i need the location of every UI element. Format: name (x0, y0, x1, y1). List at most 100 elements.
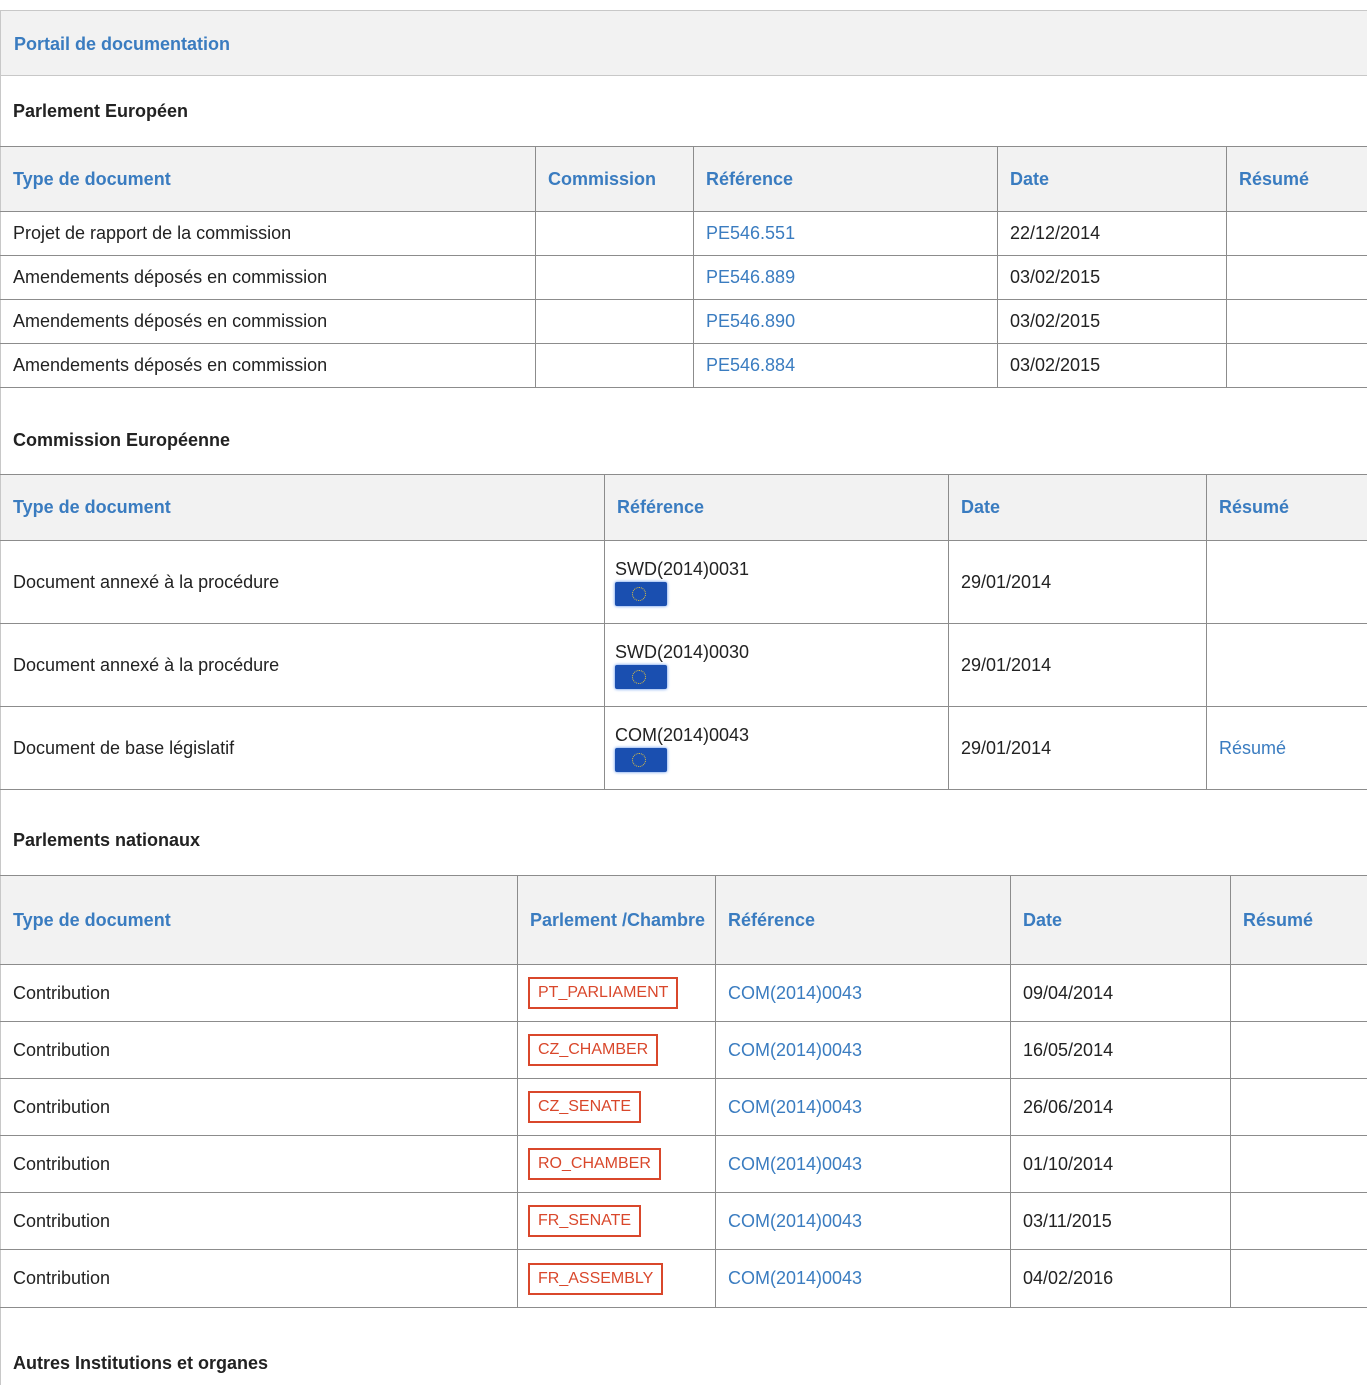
reference-link[interactable]: COM(2014)0043 (728, 1154, 862, 1174)
table-row: Contribution PT_PARLIAMENT COM(2014)0043… (0, 964, 1367, 1022)
chamber-tag[interactable]: PT_PARLIAMENT (528, 977, 679, 1009)
chamber-tag[interactable]: RO_CHAMBER (528, 1148, 661, 1180)
summary (1230, 964, 1367, 1022)
summary (1230, 1192, 1367, 1250)
table-row: Document annexé à la procédure SWD(2014)… (0, 623, 1367, 707)
reference-link[interactable]: PE546.551 (706, 223, 795, 243)
table-row: Contribution RO_CHAMBER COM(2014)0043 01… (0, 1135, 1367, 1193)
reference-link[interactable]: COM(2014)0043 (728, 983, 862, 1003)
col-header-reference[interactable]: Référence (715, 875, 1011, 965)
doc-type: Projet de rapport de la commission (0, 211, 536, 256)
col-header-type[interactable]: Type de document (0, 875, 518, 965)
committee (535, 255, 694, 300)
portal-title[interactable]: Portail de documentation (14, 34, 230, 55)
doc-type: Amendements déposés en commission (0, 255, 536, 300)
chamber-tag[interactable]: CZ_CHAMBER (528, 1034, 659, 1066)
doc-type: Contribution (0, 1249, 518, 1308)
doc-type: Contribution (0, 1021, 518, 1079)
doc-date: 16/05/2014 (1010, 1021, 1231, 1079)
col-header-chamber[interactable]: Parlement /Chambre (517, 875, 716, 965)
reference-link[interactable]: COM(2014)0043 (728, 1097, 862, 1117)
col-header-date[interactable]: Date (948, 474, 1207, 541)
doc-date: 03/02/2015 (997, 343, 1227, 388)
table-row: Amendements déposés en commission PE546.… (0, 343, 1367, 388)
reference-link[interactable]: COM(2014)0043 (728, 1211, 862, 1231)
summary (1230, 1078, 1367, 1136)
doc-type: Document annexé à la procédure (0, 623, 605, 707)
doc-date: 04/02/2016 (1010, 1249, 1231, 1308)
eu-flag-icon[interactable] (615, 665, 667, 689)
portal-header: Portail de documentation (0, 10, 1367, 76)
table-row: Projet de rapport de la commission PE546… (0, 211, 1367, 256)
ec-table: Type de document Référence Date Résumé D… (0, 474, 1367, 790)
col-header-type[interactable]: Type de document (0, 474, 605, 541)
table-row: Document annexé à la procédure SWD(2014)… (0, 540, 1367, 624)
ep-table: Type de document Commission Référence Da… (0, 146, 1367, 388)
reference-link[interactable]: PE546.884 (706, 355, 795, 375)
doc-type: Amendements déposés en commission (0, 343, 536, 388)
eu-flag-icon[interactable] (615, 748, 667, 772)
summary (1206, 623, 1367, 707)
col-header-committee[interactable]: Commission (535, 146, 694, 212)
doc-type: Amendements déposés en commission (0, 299, 536, 344)
table-row: Amendements déposés en commission PE546.… (0, 299, 1367, 344)
table-row: Contribution CZ_SENATE COM(2014)0043 26/… (0, 1078, 1367, 1136)
doc-type: Contribution (0, 964, 518, 1022)
table-row: Document de base législatif COM(2014)004… (0, 706, 1367, 790)
reference-link[interactable]: PE546.889 (706, 267, 795, 287)
summary (1230, 1021, 1367, 1079)
col-header-date[interactable]: Date (997, 146, 1227, 212)
chamber-tag[interactable]: FR_ASSEMBLY (528, 1262, 664, 1295)
summary-link[interactable]: Résumé (1219, 738, 1286, 758)
section-title-other: Autres Institutions et organes (13, 1353, 269, 1373)
doc-date: 03/11/2015 (1010, 1192, 1231, 1250)
doc-type: Document annexé à la procédure (0, 540, 605, 624)
doc-date: 29/01/2014 (948, 706, 1207, 790)
doc-date: 03/02/2015 (997, 299, 1227, 344)
col-header-summary[interactable]: Résumé (1230, 875, 1367, 965)
col-header-summary[interactable]: Résumé (1206, 474, 1367, 541)
doc-type: Contribution (0, 1135, 518, 1193)
doc-date: 03/02/2015 (997, 255, 1227, 300)
chamber-tag[interactable]: CZ_SENATE (528, 1091, 642, 1123)
col-header-reference[interactable]: Référence (693, 146, 998, 212)
summary (1226, 211, 1367, 256)
col-header-reference[interactable]: Référence (604, 474, 949, 541)
reference-link[interactable]: PE546.890 (706, 311, 795, 331)
reference-link[interactable]: COM(2014)0043 (728, 1268, 862, 1288)
np-table: Type de document Parlement /Chambre Réfé… (0, 875, 1367, 1308)
committee (535, 343, 694, 388)
reference-text: COM(2014)0043 (615, 725, 750, 745)
col-header-summary[interactable]: Résumé (1226, 146, 1367, 212)
table-row: Contribution CZ_CHAMBER COM(2014)0043 16… (0, 1021, 1367, 1079)
reference-text: SWD(2014)0031 (615, 559, 750, 579)
doc-date: 22/12/2014 (997, 211, 1227, 256)
section-title-ec: Commission Européenne (13, 430, 231, 450)
section-title-ep: Parlement Européen (13, 101, 189, 121)
doc-type: Document de base législatif (0, 706, 605, 790)
summary (1230, 1249, 1367, 1308)
table-row: Amendements déposés en commission PE546.… (0, 255, 1367, 300)
chamber-tag[interactable]: FR_SENATE (528, 1205, 642, 1237)
committee (535, 299, 694, 344)
doc-date: 26/06/2014 (1010, 1078, 1231, 1136)
reference-link[interactable]: COM(2014)0043 (728, 1040, 862, 1060)
section-title-np: Parlements nationaux (13, 830, 201, 850)
col-header-date[interactable]: Date (1010, 875, 1231, 965)
summary (1226, 343, 1367, 388)
doc-date: 29/01/2014 (948, 623, 1207, 707)
doc-type: Contribution (0, 1078, 518, 1136)
committee (535, 211, 694, 256)
doc-date: 09/04/2014 (1010, 964, 1231, 1022)
summary (1226, 255, 1367, 300)
summary (1226, 299, 1367, 344)
summary (1230, 1135, 1367, 1193)
reference-text: SWD(2014)0030 (615, 642, 750, 662)
summary (1206, 540, 1367, 624)
col-header-type[interactable]: Type de document (0, 146, 536, 212)
eu-flag-icon[interactable] (615, 582, 667, 606)
table-row: Contribution FR_ASSEMBLY COM(2014)0043 0… (0, 1249, 1367, 1308)
table-row: Contribution FR_SENATE COM(2014)0043 03/… (0, 1192, 1367, 1250)
doc-date: 01/10/2014 (1010, 1135, 1231, 1193)
doc-type: Contribution (0, 1192, 518, 1250)
